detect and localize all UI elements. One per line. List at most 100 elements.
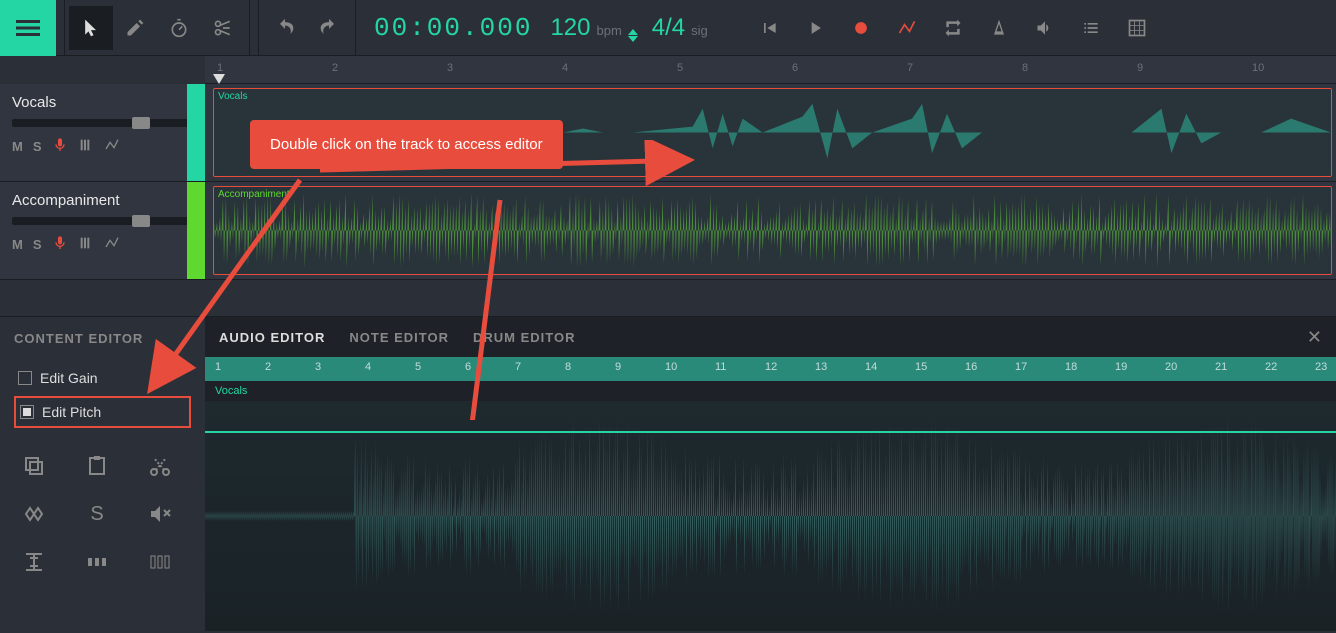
checkbox-icon xyxy=(20,405,34,419)
fade-button[interactable] xyxy=(14,544,54,580)
editor-ruler-tick: 20 xyxy=(1165,361,1177,373)
trim-button[interactable] xyxy=(14,496,54,532)
checkbox-icon xyxy=(18,371,32,385)
editor-ruler-tick: 3 xyxy=(315,361,321,373)
editor-ruler-tick: 21 xyxy=(1215,361,1227,373)
editor-panel: CONTENT EDITOR Edit Gain Edit Pitch S AU… xyxy=(0,316,1336,633)
piano-roll-button[interactable] xyxy=(78,235,94,254)
arm-record-button[interactable] xyxy=(52,235,68,254)
undo-button[interactable] xyxy=(263,6,307,50)
edit-gain-option[interactable]: Edit Gain xyxy=(14,364,191,392)
list-button[interactable] xyxy=(1068,6,1114,50)
editor-ruler-tick: 16 xyxy=(965,361,977,373)
tab-note-editor[interactable]: NOTE EDITOR xyxy=(349,330,449,345)
tutorial-tooltip: Double click on the track to access edit… xyxy=(250,120,563,169)
editor-ruler-tick: 11 xyxy=(715,361,726,373)
volume-slider[interactable] xyxy=(12,217,193,225)
ruler-tick: 1 xyxy=(217,56,223,74)
time-signature-control[interactable]: 4/4 sig xyxy=(652,14,708,42)
ruler-tick: 7 xyxy=(907,56,913,74)
editor-ruler-tick: 13 xyxy=(815,361,827,373)
stretch-button[interactable]: S xyxy=(77,496,117,532)
edit-pitch-option[interactable]: Edit Pitch xyxy=(14,396,191,428)
editor-ruler-tick: 18 xyxy=(1065,361,1077,373)
normalize-button[interactable] xyxy=(140,544,180,580)
editor-ruler-tick: 8 xyxy=(565,361,571,373)
volume-slider[interactable] xyxy=(12,119,193,127)
ruler-tick: 10 xyxy=(1252,56,1264,74)
redo-button[interactable] xyxy=(307,6,351,50)
timeline[interactable]: 12345678910 Vocals Accompaniment xyxy=(205,56,1336,316)
arm-record-button[interactable] xyxy=(52,137,68,156)
pointer-tool-button[interactable] xyxy=(69,6,113,50)
editor-ruler-tick: 5 xyxy=(415,361,421,373)
editor-ruler-tick: 6 xyxy=(465,361,471,373)
editor-ruler-tick: 2 xyxy=(265,361,271,373)
time-display[interactable]: 00:00.000 xyxy=(374,13,532,43)
ruler-tick: 3 xyxy=(447,56,453,74)
skip-start-button[interactable] xyxy=(746,6,792,50)
editor-ruler-tick: 17 xyxy=(1015,361,1027,373)
speaker-button[interactable] xyxy=(1022,6,1068,50)
grid-button[interactable] xyxy=(1114,6,1160,50)
scissors-tool-button[interactable] xyxy=(201,6,245,50)
top-toolbar: 00:00.000 120 bpm 4/4 sig xyxy=(0,0,1336,56)
ruler-tick: 6 xyxy=(792,56,798,74)
solo-button[interactable]: S xyxy=(33,139,42,154)
editor-ruler-tick: 7 xyxy=(515,361,521,373)
pencil-tool-button[interactable] xyxy=(113,6,157,50)
loop-button[interactable] xyxy=(930,6,976,50)
editor-clip-label: Vocals xyxy=(205,381,1336,401)
ruler-tick: 2 xyxy=(332,56,338,74)
ruler-tick: 8 xyxy=(1022,56,1028,74)
editor-ruler[interactable]: 1234567891011121314151617181920212223 xyxy=(205,357,1336,381)
track-header-accompaniment[interactable]: Accompaniment M S xyxy=(0,182,205,280)
editor-tab-bar: AUDIO EDITOR NOTE EDITOR DRUM EDITOR ✕ xyxy=(205,317,1336,357)
tab-drum-editor[interactable]: DRUM EDITOR xyxy=(473,330,575,345)
editor-ruler-tick: 10 xyxy=(665,361,677,373)
timer-tool-button[interactable] xyxy=(157,6,201,50)
arrangement-view: Vocals M S Accompaniment M S xyxy=(0,56,1336,316)
timeline-ruler[interactable]: 1 2 3 4 5 6 7 8 9 10 xyxy=(205,56,1336,84)
cut-button[interactable] xyxy=(140,448,180,484)
automation-button[interactable] xyxy=(884,6,930,50)
automation-lane-button[interactable] xyxy=(104,235,120,254)
mute-clip-button[interactable] xyxy=(140,496,180,532)
pitch-line[interactable] xyxy=(205,431,1336,433)
play-button[interactable] xyxy=(792,6,838,50)
ruler-tick: 4 xyxy=(562,56,568,74)
editor-ruler-tick: 23 xyxy=(1315,361,1327,373)
editor-ruler-tick: 12 xyxy=(765,361,777,373)
copy-button[interactable] xyxy=(14,448,54,484)
editor-ruler-tick: 4 xyxy=(365,361,371,373)
metronome-button[interactable] xyxy=(976,6,1022,50)
tempo-stepper-icon[interactable] xyxy=(628,29,638,42)
editor-ruler-tick: 22 xyxy=(1265,361,1277,373)
tab-audio-editor[interactable]: AUDIO EDITOR xyxy=(219,330,325,345)
menu-button[interactable] xyxy=(0,0,56,56)
automation-lane-button[interactable] xyxy=(104,137,120,156)
mute-button[interactable]: M xyxy=(12,139,23,154)
paste-button[interactable] xyxy=(77,448,117,484)
track-header-vocals[interactable]: Vocals M S xyxy=(0,84,205,182)
track-list-panel: Vocals M S Accompaniment M S xyxy=(0,56,205,316)
editor-ruler-tick: 1 xyxy=(215,361,221,373)
quantize-button[interactable] xyxy=(77,544,117,580)
svg-text:S: S xyxy=(90,503,103,525)
piano-roll-button[interactable] xyxy=(78,137,94,156)
record-button[interactable] xyxy=(838,6,884,50)
editor-ruler-tick: 15 xyxy=(915,361,927,373)
editor-ruler-tick: 9 xyxy=(615,361,621,373)
solo-button[interactable]: S xyxy=(33,237,42,252)
editor-ruler-tick: 14 xyxy=(865,361,877,373)
ruler-tick: 5 xyxy=(677,56,683,74)
close-editor-button[interactable]: ✕ xyxy=(1307,327,1322,348)
editor-waveform-view[interactable] xyxy=(205,401,1336,631)
editor-ruler-tick: 19 xyxy=(1115,361,1127,373)
content-editor-sidebar: CONTENT EDITOR Edit Gain Edit Pitch S xyxy=(0,317,205,633)
audio-editor-main: AUDIO EDITOR NOTE EDITOR DRUM EDITOR ✕ 1… xyxy=(205,317,1336,633)
track-lane-accompaniment[interactable]: Accompaniment xyxy=(205,182,1336,280)
mute-button[interactable]: M xyxy=(12,237,23,252)
tempo-control[interactable]: 120 bpm xyxy=(550,14,637,42)
ruler-tick: 9 xyxy=(1137,56,1143,74)
